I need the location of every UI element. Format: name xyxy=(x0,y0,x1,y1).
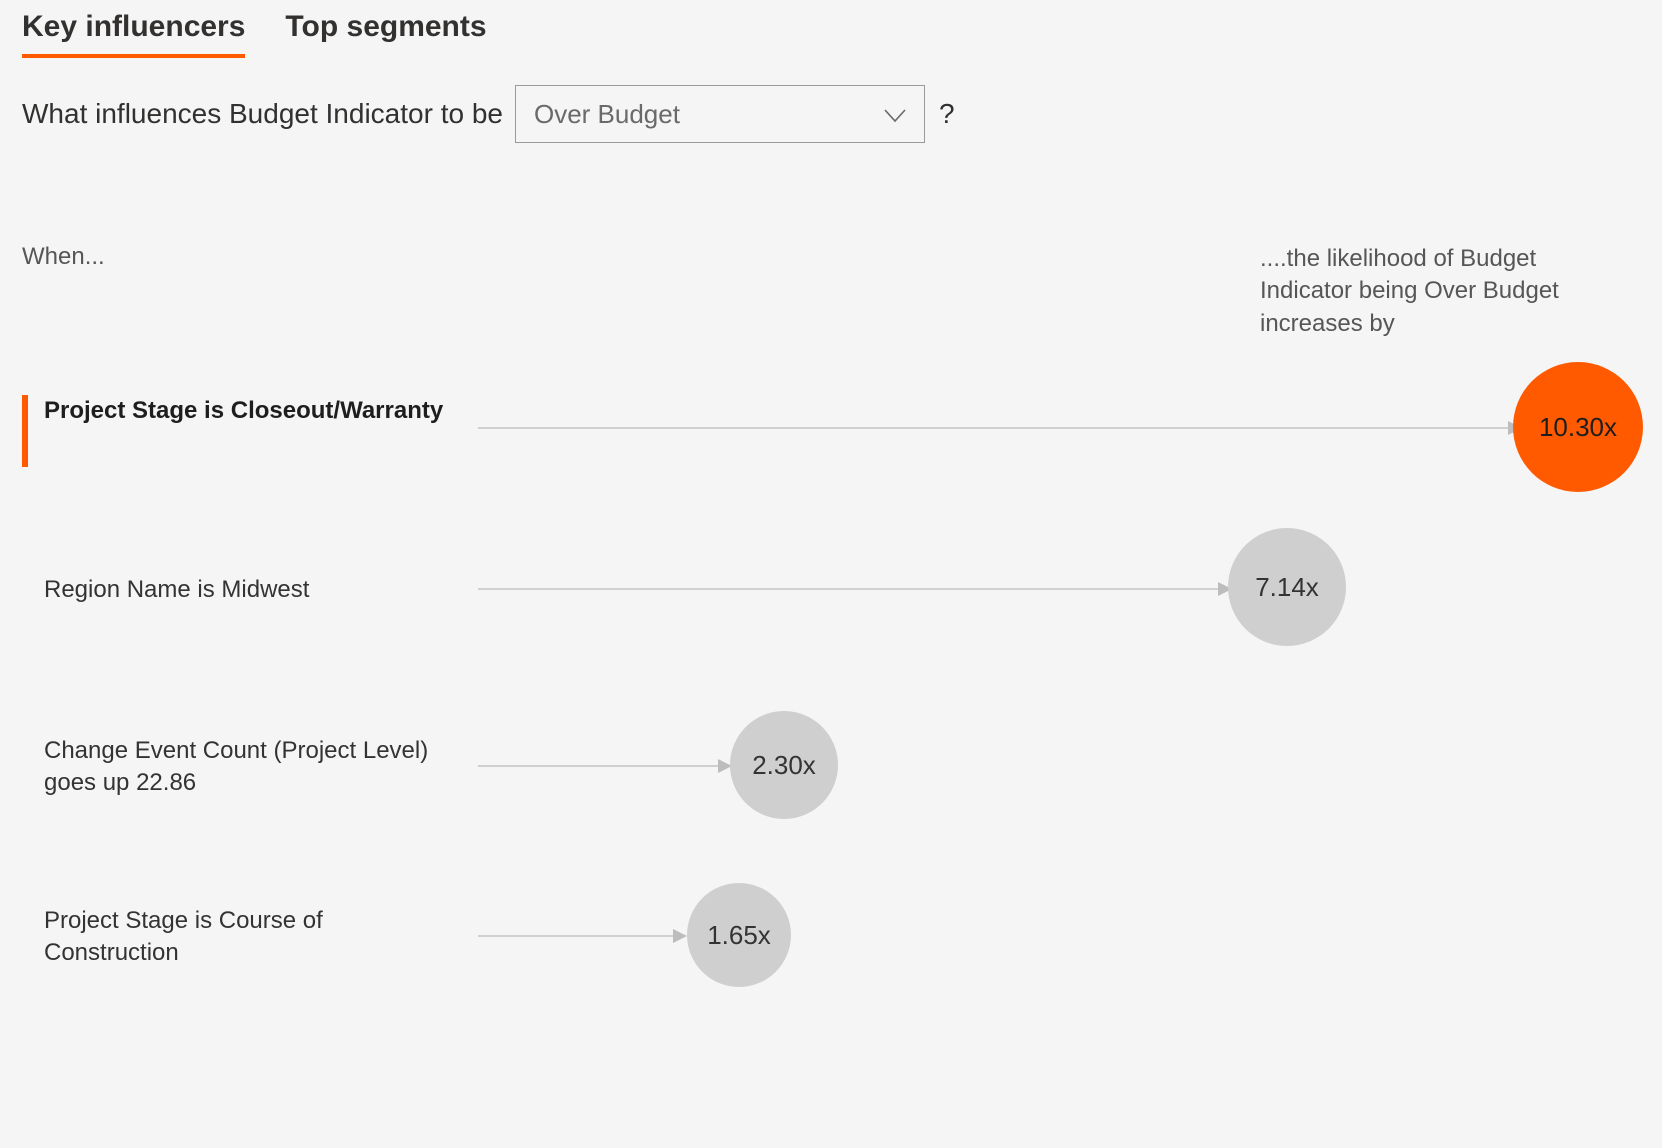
influencer-row[interactable]: Project Stage is Course of Construction … xyxy=(0,905,1662,1025)
influencer-value: 10.30x xyxy=(1539,412,1617,443)
question-line: What influences Budget Indicator to be O… xyxy=(22,85,955,143)
influencer-label: Project Stage is Course of Construction xyxy=(44,905,444,970)
influencer-bubble[interactable]: 2.30x xyxy=(730,711,838,819)
influencer-row[interactable]: Region Name is Midwest 7.14x xyxy=(0,570,1662,690)
arrow-head-icon xyxy=(673,929,687,943)
influencer-bubble[interactable]: 10.30x xyxy=(1513,362,1643,492)
influencer-value: 1.65x xyxy=(707,920,771,951)
influencer-row[interactable]: Project Stage is Closeout/Warranty 10.30… xyxy=(0,395,1662,525)
arrow-line xyxy=(478,765,718,767)
influencer-label: Change Event Count (Project Level) goes … xyxy=(44,735,444,800)
question-suffix: ? xyxy=(939,98,955,130)
dropdown-selected: Over Budget xyxy=(534,99,680,130)
influencer-value: 7.14x xyxy=(1255,572,1319,603)
influencer-bubble[interactable]: 1.65x xyxy=(687,883,791,987)
tab-key-influencers[interactable]: Key influencers xyxy=(22,10,245,58)
influencer-label: Region Name is Midwest xyxy=(44,574,444,606)
arrow-line xyxy=(478,935,673,937)
influencer-value: 2.30x xyxy=(752,750,816,781)
selection-bar xyxy=(22,395,28,467)
column-header-likelihood: ....the likelihood of Budget Indicator b… xyxy=(1260,243,1600,340)
arrow-line xyxy=(478,588,1218,590)
chevron-down-icon xyxy=(884,99,906,130)
column-header-when: When... xyxy=(22,243,105,271)
arrow-line xyxy=(478,427,1508,429)
tab-top-segments[interactable]: Top segments xyxy=(285,10,486,58)
question-prefix: What influences Budget Indicator to be xyxy=(22,98,503,130)
influencer-label: Project Stage is Closeout/Warranty xyxy=(44,395,444,427)
influencer-row[interactable]: Change Event Count (Project Level) goes … xyxy=(0,735,1662,855)
influencer-value-dropdown[interactable]: Over Budget xyxy=(515,85,925,143)
influencer-bubble[interactable]: 7.14x xyxy=(1228,528,1346,646)
